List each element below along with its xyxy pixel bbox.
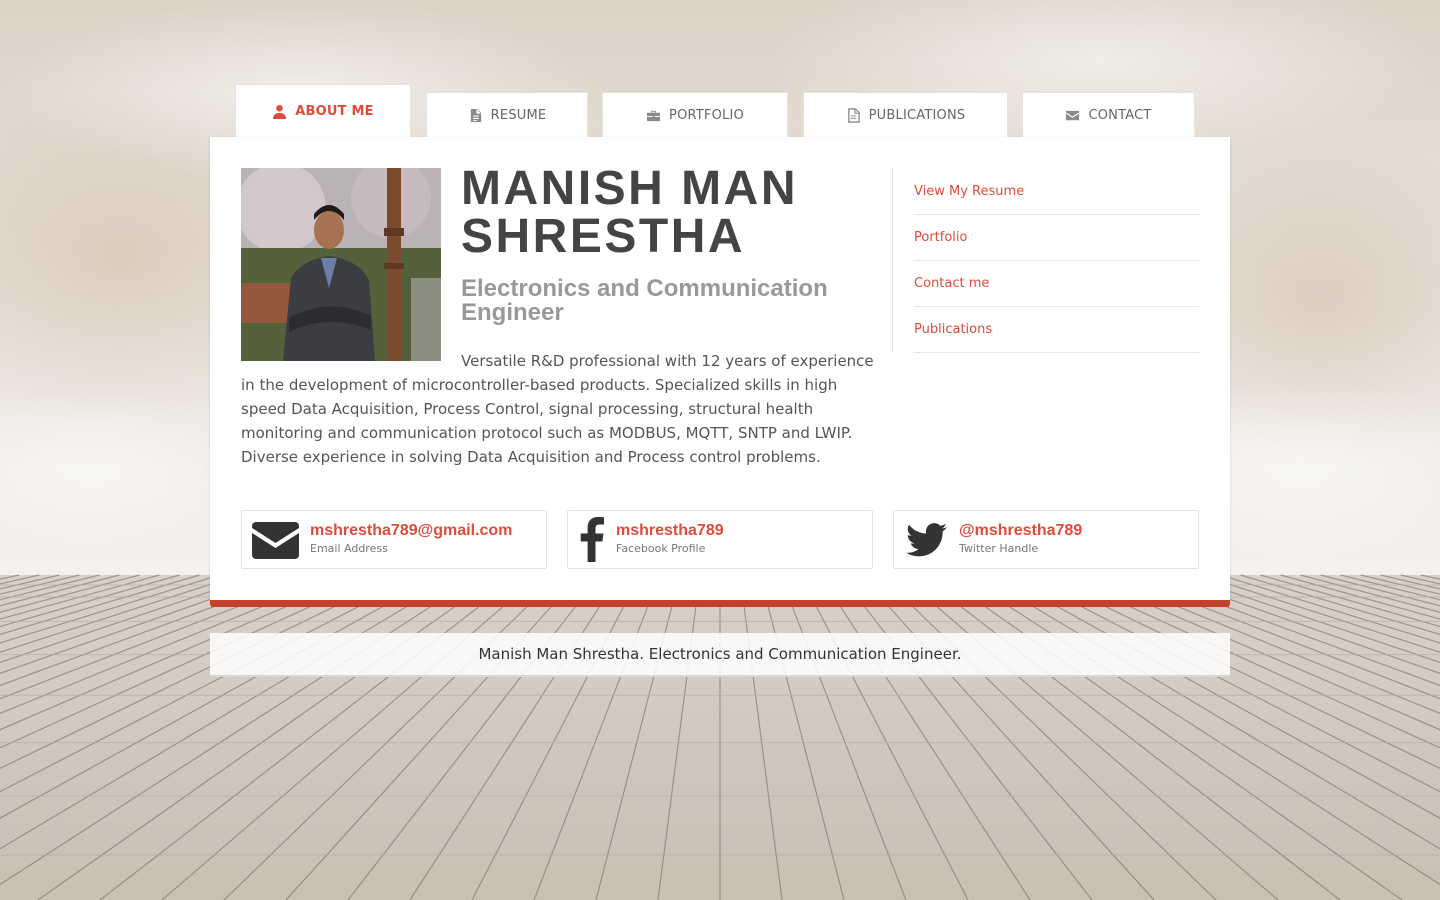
briefcase-icon — [646, 110, 661, 121]
tab-resume[interactable]: RESUME — [426, 92, 588, 137]
user-icon — [273, 104, 287, 119]
facebook-box: mshrestha789 Facebook Profile — [567, 510, 873, 569]
footer-text: Manish Man Shrestha. Electronics and Com… — [478, 645, 962, 663]
tab-label: CONTACT — [1088, 107, 1152, 123]
link-view-resume[interactable]: View My Resume — [914, 168, 1199, 215]
tab-label: RESUME — [490, 107, 547, 123]
tab-about-me[interactable]: ABOUT ME — [235, 84, 411, 138]
tab-publications[interactable]: PUBLICATIONS — [803, 92, 1008, 137]
profile-bio: Versatile R&D professional with 12 years… — [241, 352, 874, 466]
email-link[interactable]: mshrestha789@gmail.com — [310, 522, 512, 540]
envelope-icon — [252, 522, 299, 559]
link-portfolio[interactable]: Portfolio — [914, 214, 1199, 261]
about-card: MANISH MAN SHRESTHA Electronics and Comm… — [210, 137, 1230, 600]
tab-label: PORTFOLIO — [669, 107, 744, 123]
nav-tabs: ABOUT ME RESUME PORTFOLIO PUBLICATIONS C… — [0, 0, 1440, 140]
link-publications[interactable]: Publications — [914, 306, 1199, 353]
twitter-link[interactable]: @mshrestha789 — [959, 522, 1082, 540]
facebook-caption: Facebook Profile — [616, 542, 706, 555]
twitter-caption: Twitter Handle — [959, 542, 1039, 555]
email-box: mshrestha789@gmail.com Email Address — [241, 510, 547, 569]
profile-photo — [241, 168, 441, 361]
facebook-link[interactable]: mshrestha789 — [616, 522, 724, 540]
tab-portfolio[interactable]: PORTFOLIO — [602, 92, 788, 137]
footer: Manish Man Shrestha. Electronics and Com… — [210, 633, 1230, 677]
profile-subtitle: Electronics and Communication Engineer — [461, 275, 828, 326]
twitter-box: @mshrestha789 Twitter Handle — [893, 510, 1199, 569]
tab-contact[interactable]: CONTACT — [1022, 92, 1195, 137]
tab-label: ABOUT ME — [295, 104, 374, 119]
email-caption: Email Address — [310, 542, 388, 555]
document-icon — [470, 108, 481, 122]
link-contact[interactable]: Contact me — [914, 260, 1199, 307]
facebook-icon — [580, 517, 604, 562]
envelope-icon — [1066, 110, 1080, 120]
accent-bar — [210, 600, 1230, 607]
file-outline-icon — [847, 107, 860, 123]
tab-label: PUBLICATIONS — [868, 107, 966, 123]
quick-links: View My Resume Portfolio Contact me Publ… — [892, 168, 1200, 353]
twitter-icon — [906, 523, 947, 557]
profile-name: MANISH MAN SHRESTHA — [461, 162, 798, 263]
